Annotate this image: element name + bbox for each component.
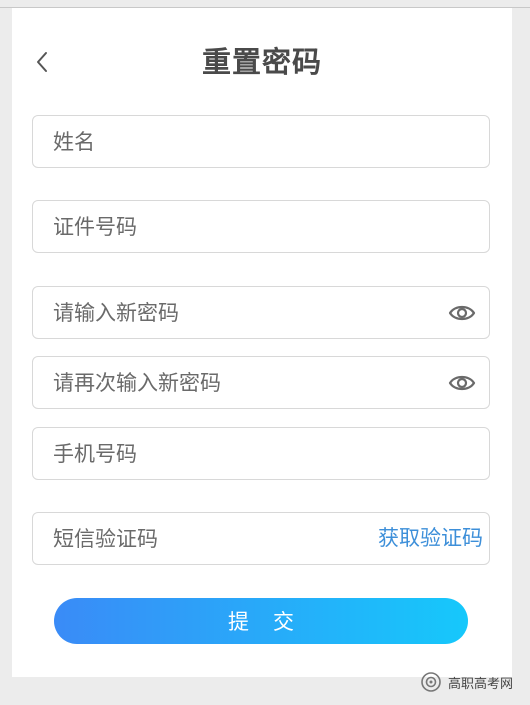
confirm-password-field — [32, 356, 490, 409]
wechat-official-account-icon — [421, 672, 441, 692]
sms-code-field: 获取验证码 — [32, 512, 490, 565]
phone-input[interactable] — [53, 428, 473, 479]
page-title: 重置密码 — [201, 45, 322, 79]
id-number-input[interactable] — [53, 201, 473, 252]
page-header: 重置密码 — [12, 16, 512, 108]
name-input[interactable] — [53, 116, 473, 167]
name-field — [32, 115, 490, 168]
get-code-button[interactable]: 获取验证码 — [378, 513, 483, 564]
new-password-input[interactable] — [53, 287, 443, 338]
watermark: 高职高考网 — [420, 670, 513, 694]
new-password-field — [32, 286, 490, 339]
confirm-password-input[interactable] — [53, 357, 443, 408]
toggle-confirm-password-visibility[interactable] — [447, 369, 477, 397]
phone-field — [32, 427, 490, 480]
id-number-field — [32, 200, 490, 253]
submit-button[interactable]: 提交 — [54, 598, 468, 644]
watermark-text: 高职高考网 — [448, 676, 514, 692]
reset-password-card: 重置密码 获取验证码 提交 — [12, 8, 512, 677]
eye-icon — [448, 375, 476, 391]
sms-code-input[interactable] — [53, 513, 353, 564]
toggle-new-password-visibility[interactable] — [447, 299, 477, 327]
eye-icon — [448, 305, 476, 321]
